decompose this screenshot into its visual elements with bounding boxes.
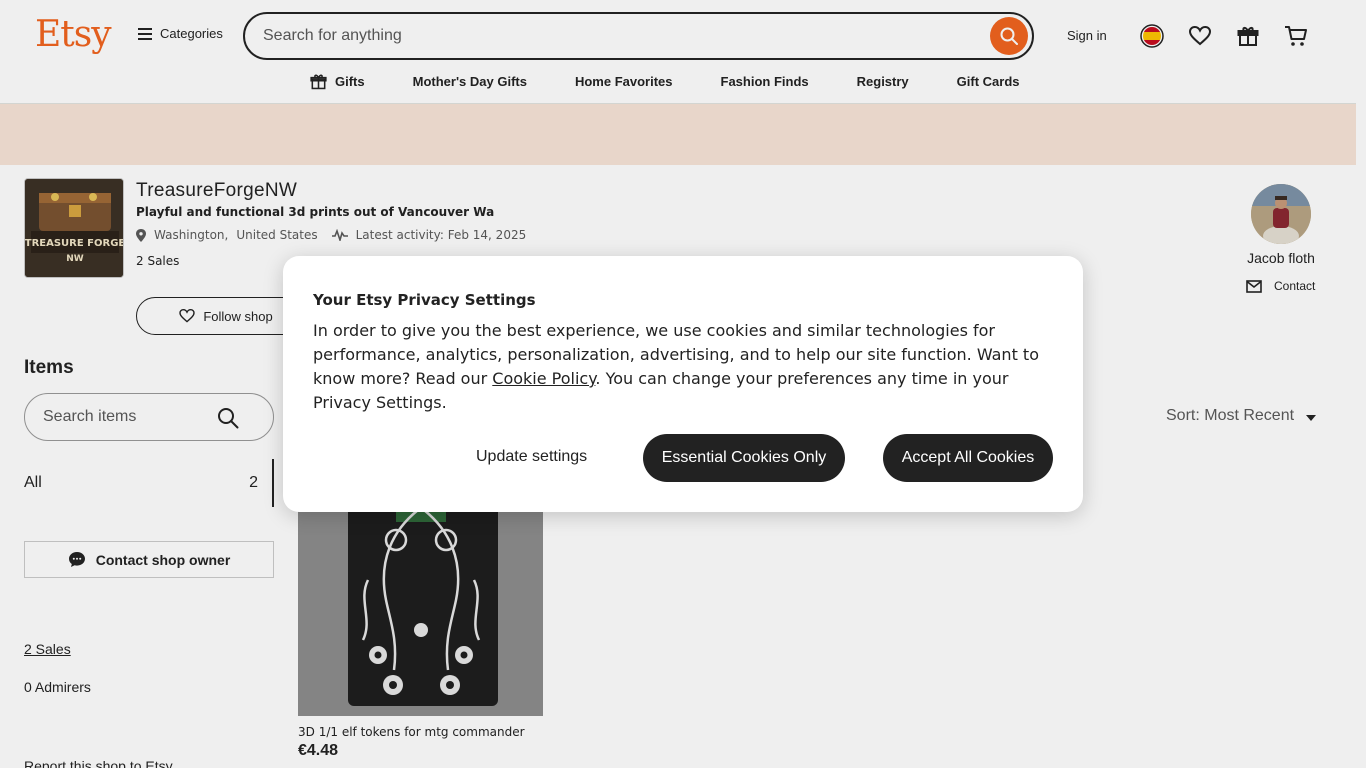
cookie-policy-link[interactable]: Cookie Policy	[492, 369, 595, 388]
essential-cookies-button[interactable]: Essential Cookies Only	[643, 434, 845, 482]
accept-all-cookies-button[interactable]: Accept All Cookies	[883, 434, 1053, 482]
dialog-title: Your Etsy Privacy Settings	[313, 291, 536, 309]
update-settings-button[interactable]: Update settings	[476, 448, 587, 466]
dialog-body: In order to give you the best experience…	[313, 319, 1058, 415]
